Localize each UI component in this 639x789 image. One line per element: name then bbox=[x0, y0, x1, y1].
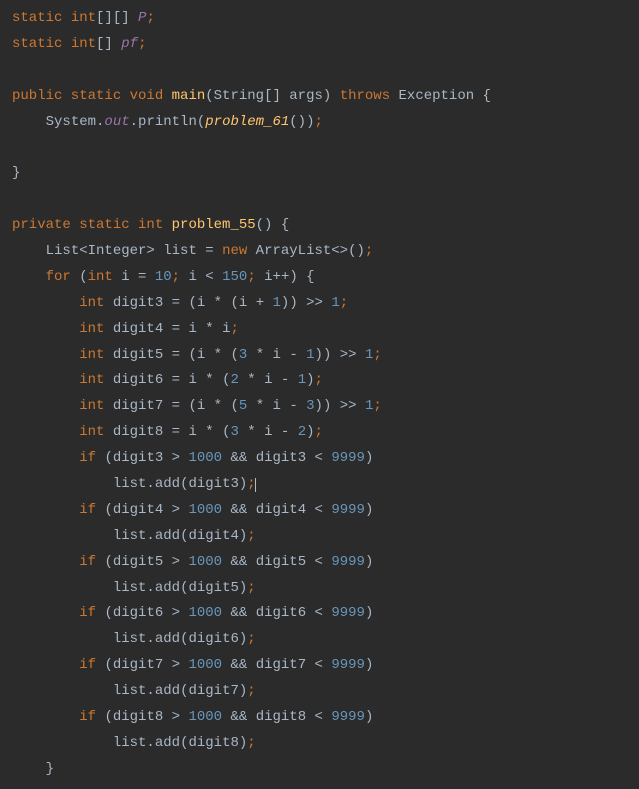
code-line: public static void main(String[] args) t… bbox=[12, 84, 627, 110]
code-line: if (digit5 > 1000 && digit5 < 9999) bbox=[12, 550, 627, 576]
code-line: private static int problem_55() { bbox=[12, 213, 627, 239]
code-line: list.add(digit3); bbox=[12, 472, 627, 498]
code-line: int digit4 = i * i; bbox=[12, 317, 627, 343]
code-line: if (digit8 > 1000 && digit8 < 9999) bbox=[12, 705, 627, 731]
code-line: list.add(digit4); bbox=[12, 524, 627, 550]
code-line: int digit5 = (i * (3 * i - 1)) >> 1; bbox=[12, 343, 627, 369]
code-line: list.add(digit5); bbox=[12, 576, 627, 602]
code-line: list.add(digit8); bbox=[12, 731, 627, 757]
code-line: static int[] pf; bbox=[12, 32, 627, 58]
code-line: int digit7 = (i * (5 * i - 3)) >> 1; bbox=[12, 394, 627, 420]
code-line bbox=[12, 58, 627, 84]
code-line: if (digit6 > 1000 && digit6 < 9999) bbox=[12, 601, 627, 627]
code-editor[interactable]: static int[][] P; static int[] pf; publi… bbox=[12, 6, 627, 783]
code-line: int digit8 = i * (3 * i - 2); bbox=[12, 420, 627, 446]
text-cursor bbox=[255, 478, 256, 492]
code-line: for (int i = 10; i < 150; i++) { bbox=[12, 265, 627, 291]
code-line bbox=[12, 187, 627, 213]
code-line: list.add(digit6); bbox=[12, 627, 627, 653]
code-line: } bbox=[12, 161, 627, 187]
code-line: list.add(digit7); bbox=[12, 679, 627, 705]
code-line bbox=[12, 135, 627, 161]
code-line: List<Integer> list = new ArrayList<>(); bbox=[12, 239, 627, 265]
code-line: if (digit3 > 1000 && digit3 < 9999) bbox=[12, 446, 627, 472]
code-line: if (digit4 > 1000 && digit4 < 9999) bbox=[12, 498, 627, 524]
code-line: int digit3 = (i * (i + 1)) >> 1; bbox=[12, 291, 627, 317]
code-line: static int[][] P; bbox=[12, 6, 627, 32]
code-line: System.out.println(problem_61()); bbox=[12, 110, 627, 136]
code-line: int digit6 = i * (2 * i - 1); bbox=[12, 368, 627, 394]
code-line: if (digit7 > 1000 && digit7 < 9999) bbox=[12, 653, 627, 679]
